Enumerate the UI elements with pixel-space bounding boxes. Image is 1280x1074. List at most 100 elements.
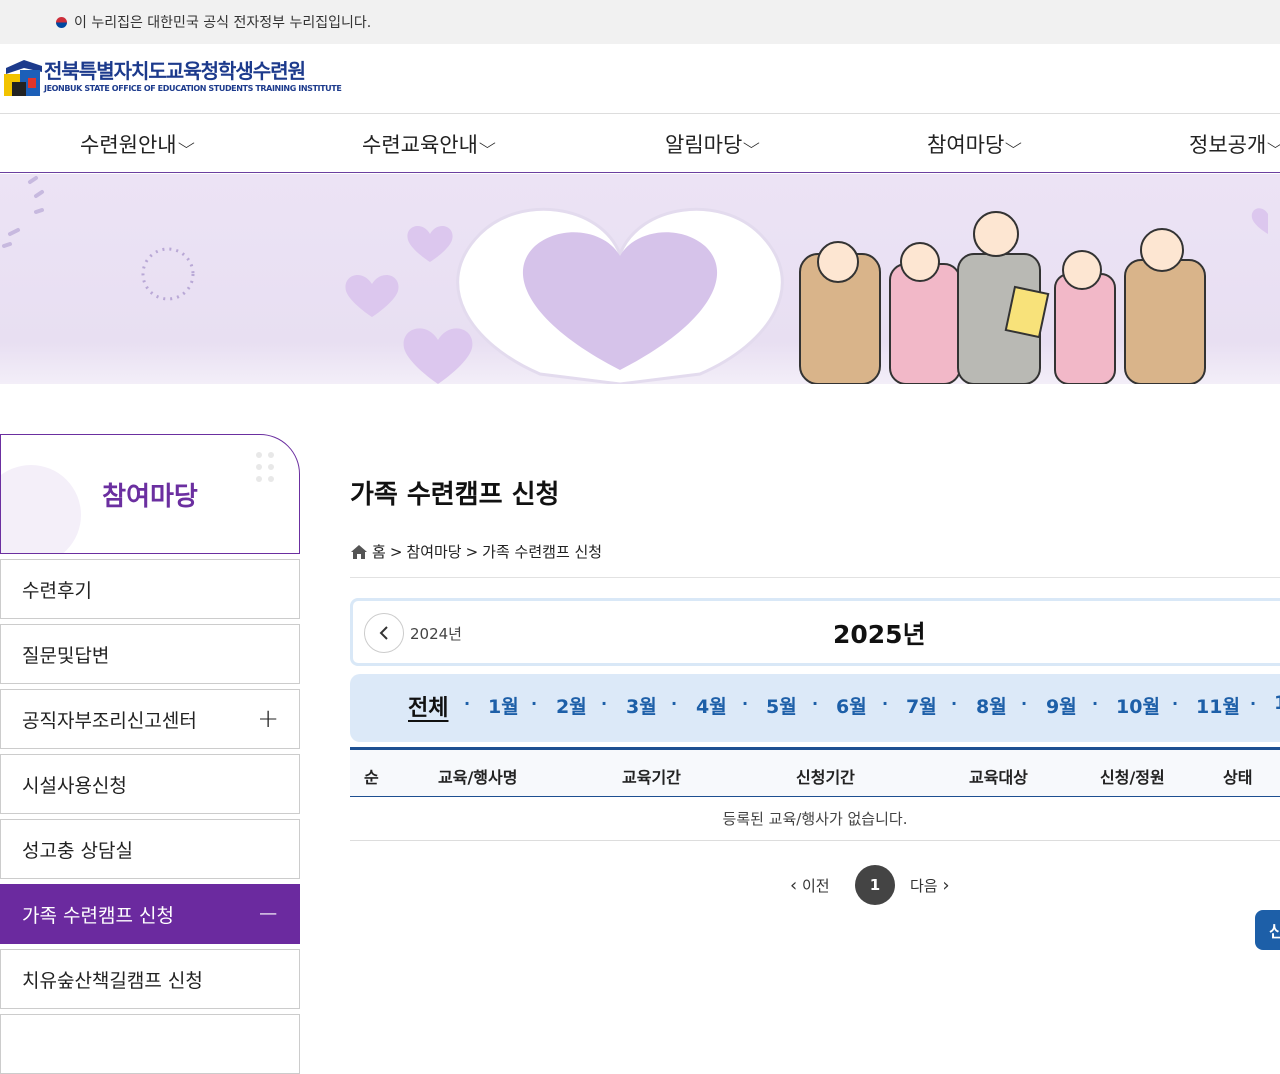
tab-month-7[interactable]: 7월 bbox=[906, 692, 937, 719]
side-nav-item-label: 치유숲산책길캠프 신청 bbox=[22, 969, 203, 992]
month-tabs: 전체 · 1월 · 2월 · 3월 · 4월 · 5월 · 6월 · 7월 · … bbox=[350, 674, 1280, 742]
tab-separator: · bbox=[601, 694, 608, 713]
tab-separator: · bbox=[531, 694, 538, 713]
breadcrumb-level1[interactable]: 참여마당 bbox=[406, 541, 461, 562]
next-page-button[interactable]: 다음 › bbox=[910, 875, 950, 896]
side-nav-item-label: 공직자부조리신고센터 bbox=[22, 709, 197, 732]
logo-title-en: JEONBUK STATE OFFICE OF EDUCATION STUDEN… bbox=[44, 84, 342, 93]
tab-month-3[interactable]: 3월 bbox=[626, 692, 657, 719]
gnb-item-label: 수련교육안내 bbox=[362, 133, 478, 157]
chevron-left-icon bbox=[379, 626, 388, 640]
tab-separator: · bbox=[671, 694, 678, 713]
prev-page-label: 이전 bbox=[801, 877, 830, 895]
gov-banner: 이 누리집은 대한민국 공식 전자정부 누리집입니다. bbox=[0, 0, 1280, 44]
plus-icon: + bbox=[257, 704, 279, 734]
side-nav-item-counseling[interactable]: 성고충 상담실 bbox=[0, 819, 300, 879]
side-nav-item-label: 가족 수련캠프 신청 bbox=[22, 904, 174, 927]
logo-icon bbox=[2, 58, 42, 102]
minus-icon: − bbox=[257, 899, 279, 929]
tab-separator: · bbox=[1092, 694, 1099, 713]
tab-separator: · bbox=[1250, 694, 1257, 713]
column-header-apply-period: 신청기간 bbox=[796, 768, 855, 787]
tab-all[interactable]: 전체 bbox=[408, 690, 448, 722]
empty-message: 등록된 교육/행사가 없습니다. bbox=[722, 810, 908, 828]
chevron-down-icon: ⌵ bbox=[743, 136, 761, 152]
table-header: 순 교육/행사명 교육기간 신청기간 교육대상 신청/정원 상태 bbox=[350, 747, 1280, 797]
dotted-circle-decoration bbox=[141, 247, 195, 301]
tab-month-1[interactable]: 1월 bbox=[488, 692, 519, 719]
side-nav-item-healing-camp[interactable]: 치유숲산책길캠프 신청 bbox=[0, 949, 300, 1009]
side-nav-item-corruption-report[interactable]: 공직자부조리신고센터 + bbox=[0, 689, 300, 749]
side-nav-item-label: 질문및답변 bbox=[22, 644, 110, 667]
tab-separator: · bbox=[464, 694, 471, 713]
prev-year-label[interactable]: 2024년 bbox=[410, 623, 462, 644]
home-icon[interactable] bbox=[350, 544, 368, 560]
breadcrumb: 홈 > 참여마당 > 가족 수련캠프 신청 bbox=[350, 541, 602, 562]
tab-month-11[interactable]: 11월 bbox=[1196, 692, 1240, 719]
tab-month-8[interactable]: 8월 bbox=[976, 692, 1007, 719]
tab-separator: · bbox=[742, 694, 749, 713]
breadcrumb-home[interactable]: 홈 bbox=[372, 541, 386, 562]
side-nav-title: 참여마당 bbox=[102, 481, 198, 512]
gnb-item-label: 정보공개 bbox=[1189, 133, 1267, 157]
page-number-current[interactable]: 1 bbox=[855, 865, 895, 905]
tab-separator: · bbox=[1172, 694, 1179, 713]
prev-year-button[interactable] bbox=[364, 613, 404, 653]
divider bbox=[350, 577, 1280, 578]
tab-month-9[interactable]: 9월 bbox=[1046, 692, 1077, 719]
heart-hands-illustration bbox=[456, 207, 784, 384]
gnb-item-label: 알림마당 bbox=[665, 133, 743, 157]
tab-separator: · bbox=[1021, 694, 1028, 713]
side-nav-item-family-camp[interactable]: 가족 수련캠프 신청 − bbox=[0, 884, 300, 944]
column-header-no: 순 bbox=[364, 768, 379, 787]
side-nav-item-more[interactable] bbox=[0, 1014, 300, 1074]
gnb-item-label: 수련원안내 bbox=[80, 133, 177, 157]
tab-separator: · bbox=[882, 694, 889, 713]
prev-page-button[interactable]: ‹ 이전 bbox=[790, 875, 830, 896]
tab-month-6[interactable]: 6월 bbox=[836, 692, 867, 719]
next-page-label: 다음 bbox=[910, 877, 938, 895]
program-table: 순 교육/행사명 교육기간 신청기간 교육대상 신청/정원 상태 등록된 교육/… bbox=[350, 747, 1280, 841]
gnb-item-disclosure[interactable]: 정보공개 ⌵ bbox=[1189, 115, 1280, 173]
side-nav-item-label: 성고충 상담실 bbox=[22, 839, 133, 862]
visual-banner bbox=[0, 174, 1280, 384]
tab-month-4[interactable]: 4월 bbox=[696, 692, 727, 719]
tab-separator: · bbox=[951, 694, 958, 713]
column-header-capacity: 신청/정원 bbox=[1100, 768, 1165, 787]
korea-flag-icon bbox=[53, 14, 70, 31]
tab-month-5[interactable]: 5월 bbox=[766, 692, 797, 719]
site-header: 전북특별자치도교육청학생수련원 JEONBUK STATE OFFICE OF … bbox=[0, 44, 1280, 114]
pagination: ‹ 이전 1 다음 › bbox=[790, 865, 970, 905]
gnb-item-about[interactable]: 수련원안내 ⌵ bbox=[80, 115, 195, 173]
breadcrumb-current: 가족 수련캠프 신청 bbox=[482, 543, 603, 561]
tab-month-10[interactable]: 10월 bbox=[1116, 692, 1160, 719]
side-nav-item-label: 시설사용신청 bbox=[22, 774, 127, 797]
tab-month-2[interactable]: 2월 bbox=[556, 692, 587, 719]
chevron-right-icon: › bbox=[942, 875, 950, 896]
side-nav-item-qna[interactable]: 질문및답변 bbox=[0, 624, 300, 684]
site-logo[interactable]: 전북특별자치도교육청학생수련원 JEONBUK STATE OFFICE OF … bbox=[2, 58, 342, 102]
side-nav-item-label: 수련후기 bbox=[22, 579, 92, 602]
side-navigation: 참여마당 수련후기 질문및답변 공직자부조리신고센터 + 시설사용신청 성고충 … bbox=[0, 434, 300, 1074]
gnb-item-label: 참여마당 bbox=[927, 133, 1005, 157]
chevron-down-icon: ⌵ bbox=[1267, 136, 1280, 152]
breadcrumb-separator: > bbox=[389, 542, 403, 561]
column-header-program: 교육/행사명 bbox=[438, 768, 518, 787]
side-nav-item-reviews[interactable]: 수련후기 bbox=[0, 559, 300, 619]
tab-month-12[interactable]: 1 bbox=[1274, 692, 1280, 714]
chevron-down-icon: ⌵ bbox=[177, 136, 195, 152]
gnb-item-participation[interactable]: 참여마당 ⌵ bbox=[927, 115, 1023, 173]
chevron-down-icon: ⌵ bbox=[1005, 136, 1023, 152]
tab-separator: · bbox=[812, 694, 819, 713]
breadcrumb-separator: > bbox=[465, 542, 479, 561]
chevron-down-icon: ⌵ bbox=[478, 136, 496, 152]
column-header-edu-period: 교육기간 bbox=[622, 768, 681, 787]
side-nav-item-facility-request[interactable]: 시설사용신청 bbox=[0, 754, 300, 814]
gnb-item-notice[interactable]: 알림마당 ⌵ bbox=[665, 115, 761, 173]
floating-button-label: 신 bbox=[1269, 922, 1280, 941]
floating-apply-button[interactable]: 신 bbox=[1255, 910, 1280, 950]
main-navigation: 수련원안내 ⌵ 수련교육안내 ⌵ 알림마당 ⌵ 참여마당 ⌵ 정보공개 ⌵ bbox=[0, 115, 1280, 173]
column-header-target: 교육대상 bbox=[969, 768, 1028, 787]
students-illustration bbox=[799, 211, 1206, 384]
gnb-item-education[interactable]: 수련교육안내 ⌵ bbox=[362, 115, 496, 173]
